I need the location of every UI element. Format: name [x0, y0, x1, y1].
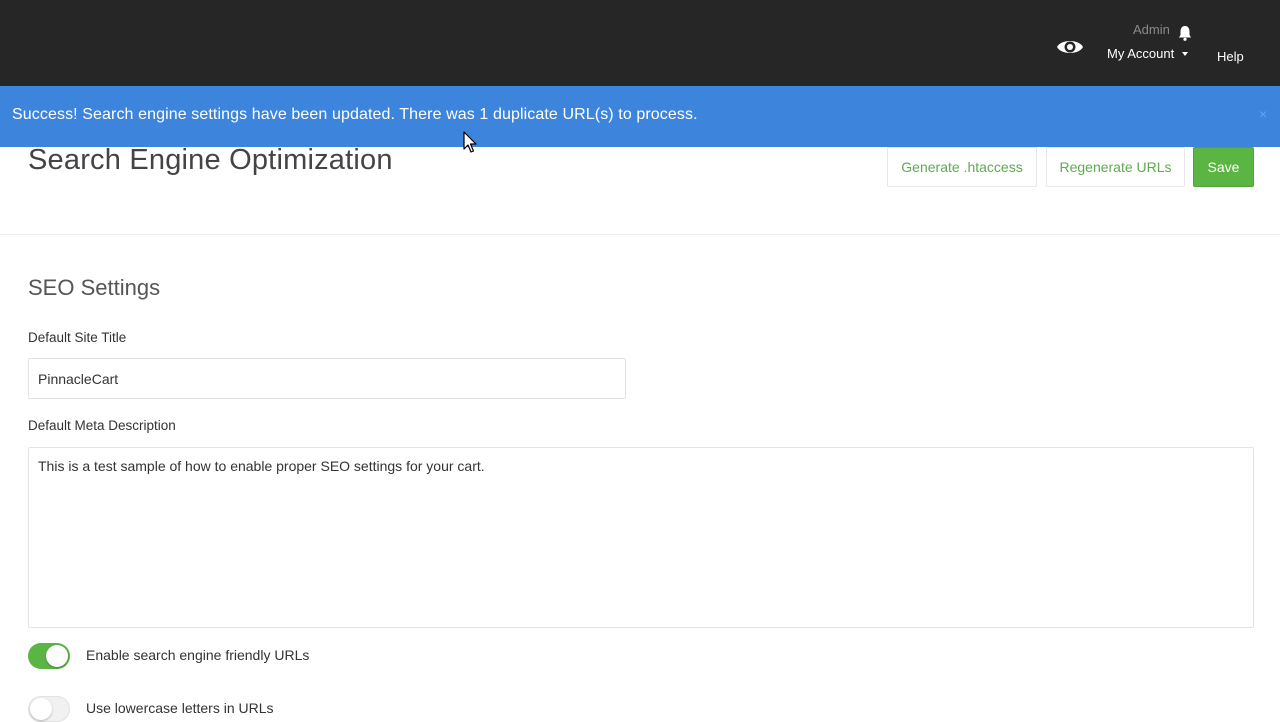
toggle-knob [46, 645, 68, 667]
top-navigation-bar: Admin My Account Help [0, 0, 1280, 86]
site-title-input[interactable] [28, 358, 626, 399]
header-divider [0, 234, 1280, 235]
lowercase-urls-label: Use lowercase letters in URLs [86, 700, 274, 716]
generate-htaccess-button[interactable]: Generate .htaccess [887, 147, 1037, 187]
site-title-label: Default Site Title [28, 330, 127, 345]
friendly-urls-toggle[interactable] [28, 643, 70, 669]
section-title-seo-settings: SEO Settings [28, 275, 161, 300]
alert-close-icon[interactable]: × [1259, 106, 1267, 122]
regenerate-urls-button[interactable]: Regenerate URLs [1046, 147, 1185, 187]
my-account-dropdown[interactable]: My Account [1107, 46, 1189, 61]
friendly-urls-label: Enable search engine friendly URLs [86, 647, 310, 663]
my-account-label: My Account [1107, 46, 1175, 61]
bell-icon[interactable] [1178, 25, 1192, 41]
help-link[interactable]: Help [1217, 49, 1244, 64]
eye-icon[interactable] [1056, 36, 1084, 58]
admin-label: Admin [1133, 22, 1170, 37]
meta-description-label: Default Meta Description [28, 418, 176, 433]
caret-down-icon [1182, 51, 1189, 56]
toggle-knob [30, 698, 52, 720]
alert-message: Success! Search engine settings have bee… [12, 106, 698, 123]
lowercase-urls-toggle[interactable] [28, 696, 70, 722]
meta-description-textarea[interactable]: This is a test sample of how to enable p… [28, 447, 1254, 628]
save-button[interactable]: Save [1193, 147, 1254, 187]
mouse-cursor-icon [463, 131, 477, 153]
page-title: Search Engine Optimization [28, 144, 393, 176]
